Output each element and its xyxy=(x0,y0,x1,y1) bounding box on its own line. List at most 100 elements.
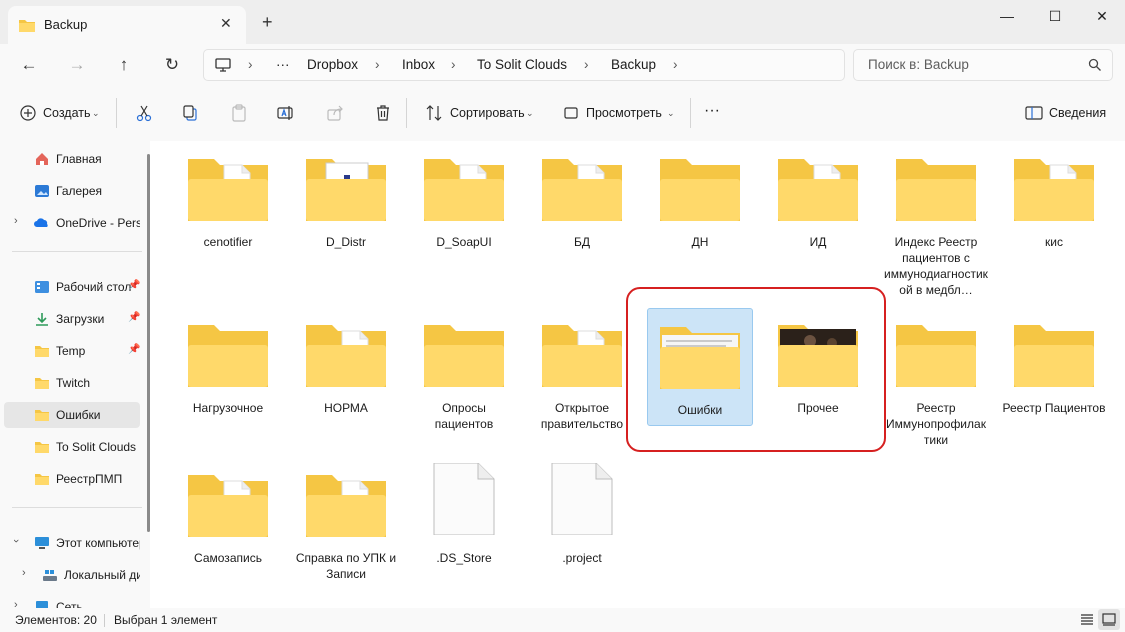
file-item[interactable]: ДН xyxy=(648,141,752,291)
sidebar-item-temp[interactable]: Temp 📌 xyxy=(4,338,140,364)
refresh-icon[interactable]: ↻ xyxy=(161,55,183,75)
sidebar-item-to-solit-clouds[interactable]: To Solit Clouds xyxy=(4,434,140,460)
chevron-down-icon: ⌄ xyxy=(526,108,534,118)
forward-arrow-icon[interactable]: → xyxy=(66,55,88,75)
cut-icon[interactable] xyxy=(134,103,154,123)
chevron-right-icon[interactable]: › xyxy=(14,599,18,608)
folder-icon xyxy=(1014,159,1094,221)
folder-icon: W xyxy=(542,325,622,387)
chevron-down-icon: ⌄ xyxy=(92,108,100,118)
pin-icon: 📌 xyxy=(128,312,141,323)
toolbar-divider xyxy=(690,98,691,128)
file-name: БД xyxy=(573,235,590,249)
file-item[interactable]: D_SoapUI xyxy=(412,141,516,291)
chevron-down-icon[interactable]: › xyxy=(10,539,22,543)
search-placeholder: Поиск в: Backup xyxy=(868,57,969,72)
drive-icon xyxy=(43,570,57,581)
file-name: D_Distr xyxy=(325,235,366,249)
file-item[interactable]: Нагрузочное xyxy=(176,307,280,457)
sidebar-item-label: Ошибки xyxy=(56,408,101,422)
breadcrumb-inbox[interactable]: Inbox xyxy=(402,57,435,72)
more-options-button[interactable]: ··· xyxy=(704,102,720,120)
sidebar-item-desktop[interactable]: Рабочий стол 📌 xyxy=(4,274,140,300)
breadcrumb-more[interactable]: ··· xyxy=(276,57,290,72)
folder-icon xyxy=(896,325,976,387)
details-pane-icon xyxy=(1025,106,1043,120)
sidebar-item-this-pc[interactable]: › Этот компьютер xyxy=(4,530,140,556)
file-item[interactable]: БД xyxy=(530,141,634,291)
navigation-pane: Главная Галерея › OneDrive - Personal Ра… xyxy=(0,141,150,608)
file-item[interactable]: Справка по УПК и Записи xyxy=(294,457,398,607)
sort-button[interactable]: Сортировать xyxy=(450,106,525,120)
breadcrumb-dropbox[interactable]: Dropbox xyxy=(307,57,358,72)
file-item[interactable]: Реестр Иммунопрофилактики xyxy=(884,307,988,457)
delete-icon[interactable] xyxy=(373,103,393,123)
tiles-view-icon xyxy=(1102,613,1116,626)
file-item[interactable]: D_Distr xyxy=(294,141,398,291)
file-item[interactable]: кис xyxy=(1002,141,1106,291)
paste-icon[interactable] xyxy=(229,103,249,123)
network-icon xyxy=(36,601,48,608)
sidebar-divider xyxy=(12,251,142,252)
file-name: Самозапись xyxy=(194,551,262,565)
file-item[interactable]: Самозапись xyxy=(176,457,280,607)
back-arrow-icon[interactable]: ← xyxy=(18,55,40,75)
rename-icon[interactable] xyxy=(276,103,296,123)
file-name: .project xyxy=(562,551,602,565)
folder-icon xyxy=(35,410,49,421)
new-tab-button[interactable]: + xyxy=(262,12,273,33)
folder-icon xyxy=(188,325,268,387)
sidebar-item-local-disk[interactable]: › Локальный диск xyxy=(4,562,140,588)
folder-icon xyxy=(424,325,504,387)
file-name: D_SoapUI xyxy=(436,235,492,249)
address-bar[interactable]: › ··· Dropbox › Inbox › To Solit Clouds … xyxy=(203,49,845,81)
share-icon[interactable] xyxy=(325,103,345,123)
maximize-button[interactable]: ☐ xyxy=(1040,8,1070,25)
sidebar-item-network[interactable]: › Сеть xyxy=(4,594,140,608)
sidebar-item-twitch[interactable]: Twitch xyxy=(4,370,140,396)
chevron-down-icon: ⌄ xyxy=(667,108,675,118)
sidebar-item-home[interactable]: Главная xyxy=(4,146,140,172)
close-window-button[interactable]: ✕ xyxy=(1087,8,1117,25)
details-view-icon[interactable] xyxy=(1079,613,1095,627)
file-item[interactable]: Индекс Реестр пациентов с иммунодиагност… xyxy=(884,141,988,297)
toolbar-divider xyxy=(116,98,117,128)
copy-icon[interactable] xyxy=(181,103,201,123)
sidebar-item-downloads[interactable]: Загрузки 📌 xyxy=(4,306,140,332)
up-arrow-icon[interactable]: ↑ xyxy=(113,55,135,75)
sidebar-item-registry[interactable]: РеестрПМП xyxy=(4,466,140,492)
sidebar-item-label: РеестрПМП xyxy=(56,472,123,486)
folder-icon xyxy=(188,159,268,221)
file-item[interactable]: ИД xyxy=(766,141,870,291)
view-button[interactable]: Просмотреть xyxy=(586,106,662,120)
breadcrumb-backup[interactable]: Backup xyxy=(611,57,656,72)
chevron-right-icon[interactable]: › xyxy=(14,215,18,227)
file-item[interactable]: Опросы пациентов xyxy=(412,307,516,457)
breadcrumb-to-solit-clouds[interactable]: To Solit Clouds xyxy=(477,57,567,72)
sidebar-item-errors[interactable]: Ошибки xyxy=(4,402,140,428)
file-name: Реестр Пациентов xyxy=(1002,401,1106,415)
file-name: ИД xyxy=(809,235,827,249)
folder-icon xyxy=(424,159,504,221)
close-tab-button[interactable]: ✕ xyxy=(220,15,232,32)
sidebar-item-label: Twitch xyxy=(56,376,91,390)
file-item[interactable]: Реестр Пациентов xyxy=(1002,307,1106,457)
search-input[interactable]: Поиск в: Backup xyxy=(853,49,1113,81)
large-icons-view-button[interactable] xyxy=(1098,609,1120,630)
file-item[interactable]: W Открытое правительство xyxy=(530,307,634,457)
sidebar-item-label: Главная xyxy=(56,152,102,166)
sidebar-divider xyxy=(12,507,142,508)
minimize-button[interactable]: — xyxy=(992,8,1022,24)
sidebar-item-gallery[interactable]: Галерея xyxy=(4,178,140,204)
tab-backup[interactable]: Backup ✕ xyxy=(8,6,246,44)
file-item[interactable]: .DS_Store xyxy=(412,451,516,601)
file-item[interactable]: X НОРМА xyxy=(294,307,398,457)
chevron-right-icon[interactable]: › xyxy=(22,567,26,579)
file-name: Открытое правительство xyxy=(540,401,624,431)
file-item[interactable]: .project xyxy=(530,451,634,601)
create-button[interactable]: Создать xyxy=(43,106,91,120)
file-item[interactable]: cenotifier xyxy=(176,141,280,291)
sidebar-item-label: Этот компьютер xyxy=(56,536,140,550)
details-button[interactable]: Сведения xyxy=(1049,106,1106,120)
sidebar-item-onedrive[interactable]: › OneDrive - Personal xyxy=(4,210,140,236)
